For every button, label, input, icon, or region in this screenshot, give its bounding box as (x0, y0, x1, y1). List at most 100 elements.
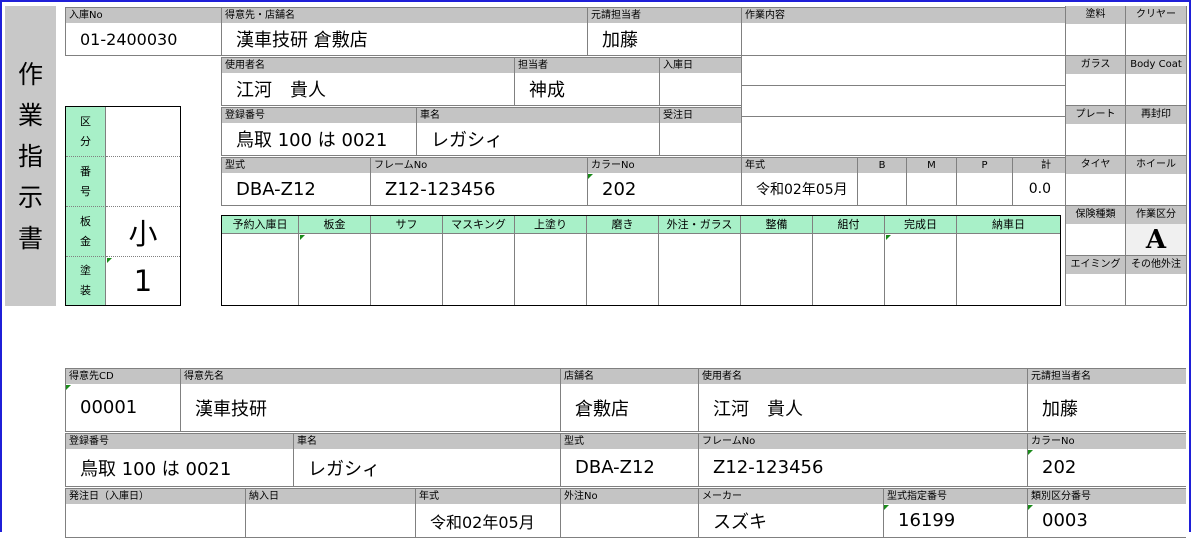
nonyubi-field[interactable] (245, 504, 415, 538)
shiyosha-mei-label: 使用者名 (698, 368, 1027, 384)
frame-field[interactable]: Z12-123456 (370, 173, 587, 206)
tenpo-field[interactable]: 倉敷店 (560, 384, 698, 432)
juchubi-field[interactable] (659, 123, 741, 156)
schedule-header: 整備 (741, 216, 813, 234)
kubun-label-char: 分 (80, 134, 91, 148)
plate-label: プレート (1066, 106, 1126, 124)
cell-marker (1028, 450, 1033, 455)
wheel-field[interactable] (1126, 174, 1187, 206)
m-field[interactable] (906, 173, 956, 206)
b-frame-label: フレームNo (698, 433, 1027, 449)
gaichu-label: 外注No (560, 488, 698, 504)
b-katashiki-field[interactable]: DBA-Z12 (560, 449, 698, 487)
schedule-cell[interactable] (222, 234, 299, 305)
motouke-mei-label: 元請担当者名 (1027, 368, 1186, 384)
toryo-label: 塗料 (1066, 6, 1126, 24)
color-field[interactable]: 202 (587, 173, 741, 206)
schedule-cell[interactable] (885, 234, 957, 305)
schedule-cell[interactable] (957, 234, 1060, 305)
frame-label: フレームNo (370, 157, 587, 173)
aiming-field[interactable] (1066, 274, 1126, 306)
toroku-field[interactable]: 鳥取 100 は 0021 (221, 123, 416, 156)
nyukobi-field[interactable] (659, 73, 741, 106)
sonota-gaichu-field[interactable] (1126, 274, 1187, 306)
kubun-field[interactable] (106, 107, 180, 157)
cell-marker (1028, 505, 1033, 510)
b-shamei-field[interactable]: レガシィ (293, 449, 560, 487)
gaichu-field[interactable] (560, 504, 698, 538)
tire-field[interactable] (1066, 174, 1126, 206)
tokuisaki-cd-field[interactable]: 00001 (65, 384, 180, 432)
schedule-header: 板金 (299, 216, 371, 234)
glass-field[interactable] (1066, 74, 1126, 106)
body-coat-field[interactable] (1126, 74, 1187, 106)
b-toroku-field[interactable]: 鳥取 100 は 0021 (65, 449, 293, 487)
bango-field[interactable] (106, 157, 180, 207)
tenpo-label: 店舗名 (560, 368, 698, 384)
schedule-header: 外注・ガラス (659, 216, 741, 234)
b-color-field[interactable]: 202 (1027, 449, 1186, 487)
bango-label-char: 番 (80, 164, 91, 178)
kubun-block: 区 分 番 号 板 金 小 塗 装 1 (65, 106, 181, 306)
motouke-mei-field[interactable]: 加藤 (1027, 384, 1186, 432)
toryo-field[interactable] (1066, 24, 1126, 56)
cell-marker (300, 235, 305, 240)
schedule-cell[interactable] (813, 234, 885, 305)
b-field[interactable] (857, 173, 906, 206)
schedule-cell[interactable] (515, 234, 587, 305)
clear-field[interactable] (1126, 24, 1187, 56)
katashiki-shitei-field[interactable]: 16199 (883, 504, 1027, 538)
schedule-cell[interactable] (443, 234, 515, 305)
sagyo-kubun-field[interactable]: A (1126, 224, 1187, 256)
tokuisaki-mei-field[interactable]: 漢車技研 (180, 384, 560, 432)
tosou-field[interactable]: 1 (106, 257, 180, 305)
bankin-field[interactable]: 小 (106, 207, 180, 257)
bankin-label-char: 金 (80, 234, 91, 248)
nenshiki-label: 年式 (741, 157, 857, 173)
bankin-label: 板 金 (66, 207, 106, 257)
clear-label: クリヤー (1126, 6, 1187, 24)
nenshiki-field[interactable]: 令和02年05月 (741, 173, 857, 206)
katashiki-label: 型式 (221, 157, 370, 173)
saifuin-label: 再封印 (1126, 106, 1187, 124)
schedule-cell[interactable] (299, 234, 371, 305)
title-char: 作 (17, 59, 43, 89)
p-field[interactable] (956, 173, 1012, 206)
shiyosha-mei-field[interactable]: 江河 貴人 (698, 384, 1027, 432)
nonyubi-label: 納入日 (245, 488, 415, 504)
hatchubi-field[interactable] (65, 504, 245, 538)
plate-field[interactable] (1066, 124, 1126, 156)
shiyosha-field[interactable]: 江河 貴人 (221, 73, 514, 106)
katashiki-field[interactable]: DBA-Z12 (221, 173, 370, 206)
tanto-field[interactable]: 神成 (514, 73, 659, 106)
shamei-label: 車名 (416, 107, 659, 123)
schedule-cell[interactable] (741, 234, 813, 305)
tosou-label-char: 装 (80, 284, 91, 297)
hoken-field[interactable] (1066, 224, 1126, 256)
sagyo-line (741, 116, 1065, 117)
sagyo-line (741, 55, 1065, 56)
schedule-cell[interactable] (659, 234, 741, 305)
schedule-cell[interactable] (371, 234, 443, 305)
ruibetsu-field[interactable]: 0003 (1027, 504, 1186, 538)
kei-label: 計 (1012, 157, 1065, 173)
tokuisaki-field[interactable]: 漢車技研 倉敷店 (221, 23, 587, 56)
katashiki-shitei-label: 型式指定番号 (883, 488, 1027, 504)
maker-label: メーカー (698, 488, 883, 504)
motouke-field[interactable]: 加藤 (587, 23, 741, 56)
b-nenshiki-field[interactable]: 令和02年05月 (415, 504, 560, 538)
tokuisaki-mei-label: 得意先名 (180, 368, 560, 384)
sonota-gaichu-label: その他外注 (1126, 256, 1187, 274)
kei-field[interactable]: 0.0 (1012, 173, 1065, 206)
nyuko-no-field[interactable]: 01-2400030 (65, 23, 221, 56)
maker-field[interactable]: スズキ (698, 504, 883, 538)
b-nenshiki-label: 年式 (415, 488, 560, 504)
bankin-label-char: 板 (80, 214, 91, 228)
shamei-field[interactable]: レガシィ (416, 123, 659, 156)
cell-marker (588, 174, 593, 179)
b-shamei-label: 車名 (293, 433, 560, 449)
b-frame-field[interactable]: Z12-123456 (698, 449, 1027, 487)
schedule-cell[interactable] (587, 234, 659, 305)
saifuin-field[interactable] (1126, 124, 1187, 156)
tire-label: タイヤ (1066, 156, 1126, 174)
